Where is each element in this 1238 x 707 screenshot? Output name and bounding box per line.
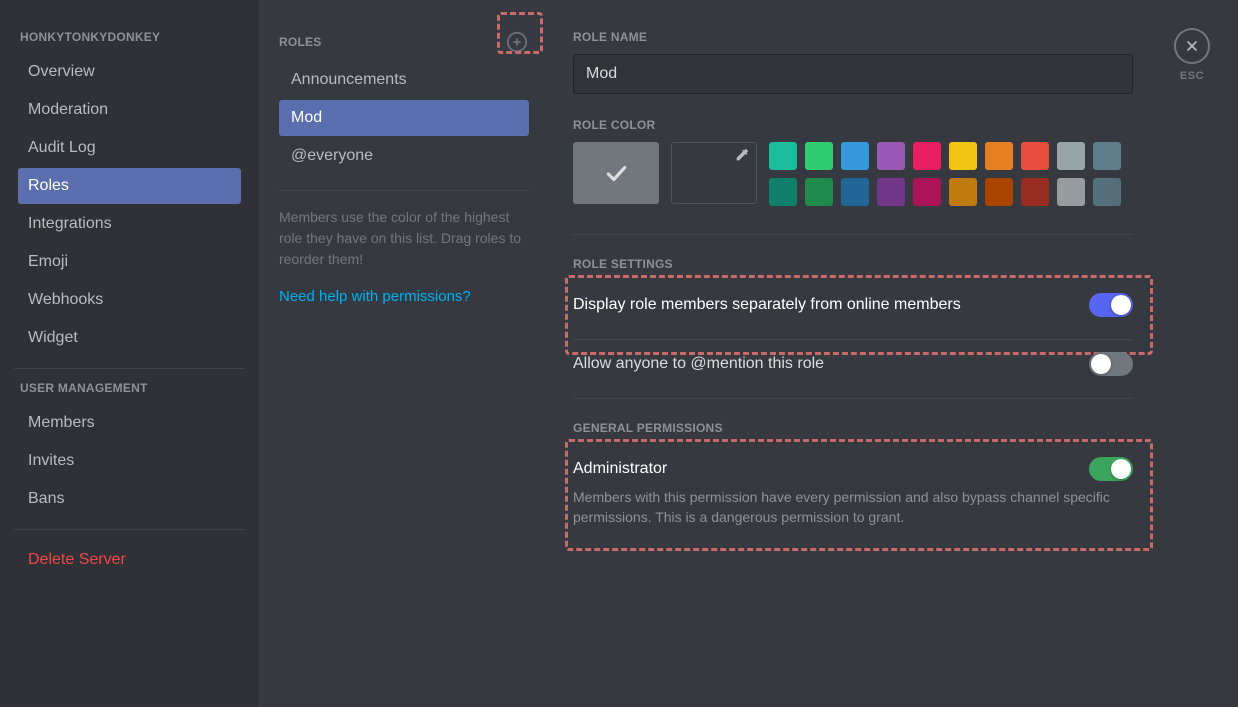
sidebar-divider <box>14 529 245 530</box>
server-name-heading: HONKYTONKYDONKEY <box>18 30 241 52</box>
color-swatch[interactable] <box>1057 142 1085 170</box>
color-swatch[interactable] <box>805 178 833 206</box>
close-button[interactable] <box>1174 28 1210 64</box>
sidebar-item-moderation[interactable]: Moderation <box>18 92 241 128</box>
sidebar-item-overview[interactable]: Overview <box>18 54 241 90</box>
custom-color-picker[interactable] <box>671 142 757 204</box>
sidebar-item-widget[interactable]: Widget <box>18 320 241 356</box>
roles-column: ROLES AnnouncementsMod@everyone Members … <box>259 0 549 707</box>
role-name-label: ROLE NAME <box>573 30 1198 44</box>
checkmark-icon <box>603 160 629 186</box>
sidebar-item-emoji[interactable]: Emoji <box>18 244 241 280</box>
color-swatch[interactable] <box>949 142 977 170</box>
user-management-heading: USER MANAGEMENT <box>18 381 241 403</box>
roles-hint-text: Members use the color of the highest rol… <box>279 207 529 270</box>
color-swatch[interactable] <box>1021 178 1049 206</box>
color-swatch[interactable] <box>877 142 905 170</box>
sidebar-item-audit-log[interactable]: Audit Log <box>18 130 241 166</box>
color-swatch[interactable] <box>877 178 905 206</box>
display-separate-label: Display role members separately from onl… <box>573 296 961 314</box>
color-swatch[interactable] <box>949 178 977 206</box>
color-swatch[interactable] <box>1021 142 1049 170</box>
esc-label: ESC <box>1180 70 1204 82</box>
color-swatch[interactable] <box>985 178 1013 206</box>
administrator-setting: Administrator <box>573 445 1133 483</box>
general-permissions-heading: GENERAL PERMISSIONS <box>573 421 1198 435</box>
close-icon <box>1184 38 1200 54</box>
plus-circle-icon <box>506 31 528 53</box>
color-swatches <box>769 142 1121 206</box>
color-swatch[interactable] <box>841 178 869 206</box>
display-separate-toggle[interactable] <box>1089 293 1133 317</box>
permissions-help-link[interactable]: Need help with permissions? <box>279 288 529 305</box>
sidebar-item-webhooks[interactable]: Webhooks <box>18 282 241 318</box>
color-swatch[interactable] <box>841 142 869 170</box>
color-swatch[interactable] <box>1093 142 1121 170</box>
color-swatch[interactable] <box>1057 178 1085 206</box>
role-editor-panel: ROLE NAME ROLE COLOR ROLE SETTINGS <box>549 0 1238 707</box>
sidebar-item-invites[interactable]: Invites <box>18 443 241 479</box>
server-settings-sidebar: HONKYTONKYDONKEY OverviewModerationAudit… <box>0 0 259 707</box>
sidebar-item-integrations[interactable]: Integrations <box>18 206 241 242</box>
sidebar-item-roles[interactable]: Roles <box>18 168 241 204</box>
color-swatch[interactable] <box>913 178 941 206</box>
sidebar-item-members[interactable]: Members <box>18 405 241 441</box>
role-item-mod[interactable]: Mod <box>279 100 529 136</box>
sidebar-divider <box>14 368 245 369</box>
color-swatch[interactable] <box>769 178 797 206</box>
divider <box>573 234 1133 235</box>
color-swatch[interactable] <box>1093 178 1121 206</box>
roles-heading: ROLES <box>279 35 322 49</box>
allow-mention-setting: Allow anyone to @mention this role <box>573 340 1133 388</box>
color-swatch[interactable] <box>805 142 833 170</box>
role-item-everyone[interactable]: @everyone <box>279 138 529 174</box>
color-swatch[interactable] <box>985 142 1013 170</box>
role-color-label: ROLE COLOR <box>573 118 1198 132</box>
allow-mention-toggle[interactable] <box>1089 352 1133 376</box>
eyedropper-icon <box>734 147 750 163</box>
add-role-button[interactable] <box>505 30 529 54</box>
role-name-input[interactable] <box>573 54 1133 94</box>
default-color-swatch[interactable] <box>573 142 659 204</box>
sidebar-item-bans[interactable]: Bans <box>18 481 241 517</box>
display-separate-setting: Display role members separately from onl… <box>573 281 1133 329</box>
administrator-label: Administrator <box>573 460 667 478</box>
administrator-toggle[interactable] <box>1089 457 1133 481</box>
allow-mention-label: Allow anyone to @mention this role <box>573 355 824 373</box>
color-swatch[interactable] <box>769 142 797 170</box>
color-swatch[interactable] <box>913 142 941 170</box>
divider <box>279 190 529 191</box>
role-item-announcements[interactable]: Announcements <box>279 62 529 98</box>
role-settings-heading: ROLE SETTINGS <box>573 257 1198 271</box>
administrator-description: Members with this permission have every … <box>573 487 1133 528</box>
delete-server-button[interactable]: Delete Server <box>18 542 241 578</box>
